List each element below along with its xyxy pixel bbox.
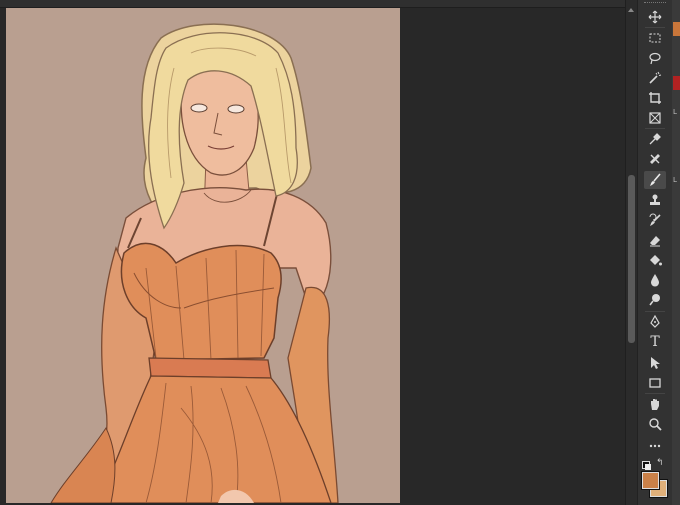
- tool-separator: [645, 27, 665, 28]
- scrollbar-thumb[interactable]: [628, 175, 635, 343]
- vertical-scrollbar[interactable]: [625, 0, 637, 505]
- swap-colors-icon[interactable]: ↰: [656, 459, 664, 468]
- panel-label: L: [673, 176, 677, 184]
- brush-tool-icon[interactable]: [644, 171, 666, 189]
- crop-tool-icon[interactable]: [644, 89, 666, 107]
- color-swatches: ↰: [639, 458, 669, 498]
- zoom-tool-icon[interactable]: [644, 415, 666, 433]
- document-canvas[interactable]: [6, 8, 400, 503]
- clone-stamp-tool-icon[interactable]: [644, 191, 666, 209]
- left-eye: [190, 103, 208, 113]
- tool-separator: [645, 128, 665, 129]
- document-workspace: [0, 0, 625, 505]
- lasso-tool-icon[interactable]: [644, 49, 666, 67]
- eyedropper-tool-icon[interactable]: [644, 130, 666, 148]
- type-tool-icon[interactable]: T: [644, 333, 666, 351]
- hand-tool-icon[interactable]: [644, 395, 666, 413]
- path-selection-tool-icon[interactable]: [644, 354, 666, 372]
- panel-red-chip: [673, 76, 680, 90]
- dodge-tool-icon[interactable]: [644, 291, 666, 309]
- paint-bucket-tool-icon[interactable]: [644, 251, 666, 269]
- rectangle-tool-icon[interactable]: [644, 374, 666, 392]
- more-tools-icon[interactable]: [644, 437, 666, 455]
- tool-separator: [645, 311, 665, 312]
- history-brush-tool-icon[interactable]: [644, 211, 666, 229]
- waist-band: [148, 357, 272, 379]
- move-tool-icon[interactable]: [644, 8, 666, 26]
- pen-tool-icon[interactable]: [644, 313, 666, 331]
- scroll-up-arrow-icon[interactable]: [628, 8, 634, 12]
- eraser-tool-icon[interactable]: [644, 231, 666, 249]
- default-colors-icon-back: [645, 464, 651, 470]
- right-eye: [227, 104, 245, 114]
- foreground-color-swatch[interactable]: [641, 471, 660, 490]
- healing-tool-icon[interactable]: [644, 150, 666, 168]
- marquee-tool-icon[interactable]: [644, 29, 666, 47]
- panel-label: L: [673, 108, 677, 116]
- tool-separator: [645, 393, 665, 394]
- document-tab-strip: [0, 0, 625, 8]
- left-drape: [50, 426, 116, 503]
- blur-tool-icon[interactable]: [644, 271, 666, 289]
- magic-wand-tool-icon[interactable]: [644, 69, 666, 87]
- tools-panel: T: [637, 0, 673, 505]
- panel-grip[interactable]: [644, 2, 666, 6]
- frame-tool-icon[interactable]: [644, 109, 666, 127]
- artwork-sketch: [50, 23, 339, 503]
- right-panel-edge: L L: [672, 0, 680, 505]
- panel-color-chip: [673, 22, 680, 36]
